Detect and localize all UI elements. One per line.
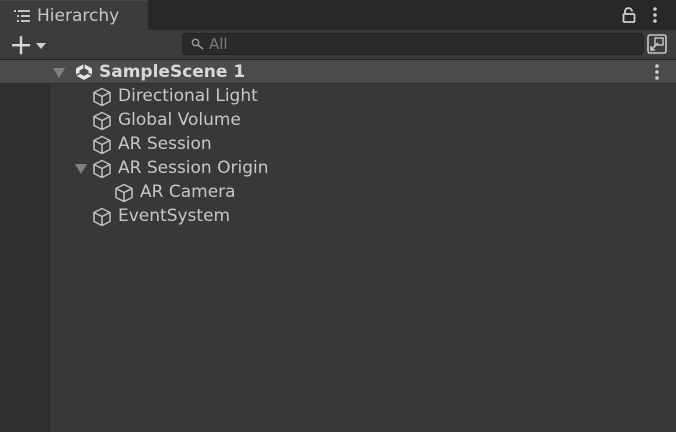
item-label: Directional Light (118, 86, 258, 106)
gameobject-cube-icon (93, 87, 111, 107)
tab-bar: Hierarchy (0, 0, 676, 30)
hierarchy-item-ar-session-origin[interactable]: AR Session Origin (92, 156, 676, 180)
plus-dropdown-icon[interactable] (6, 33, 52, 57)
hierarchy-toolbar (0, 30, 676, 60)
search-icon (191, 38, 204, 50)
item-label: AR Session (118, 134, 212, 154)
hierarchy-item-ar-camera[interactable]: AR Camera (114, 180, 676, 204)
expand-arrow-icon[interactable] (75, 164, 87, 174)
hierarchy-item-ar-session[interactable]: AR Session (92, 132, 676, 156)
gameobject-cube-icon (115, 183, 133, 203)
hierarchy-item-global-volume[interactable]: Global Volume (92, 108, 676, 132)
gameobject-cube-icon (93, 135, 111, 155)
search-input[interactable] (209, 34, 629, 54)
scene-visibility-icon[interactable] (646, 33, 668, 55)
gameobject-cube-icon (93, 207, 111, 227)
hierarchy-tree: SampleScene 1 Directional Light Global V… (0, 60, 676, 432)
kebab-menu-icon[interactable] (648, 6, 662, 24)
hierarchy-item-eventsystem[interactable]: EventSystem (92, 204, 676, 228)
lock-icon[interactable] (620, 6, 638, 24)
gameobject-cube-icon (93, 111, 111, 131)
scene-row[interactable]: SampleScene 1 (0, 60, 676, 84)
hierarchy-window: Hierarchy All SampleScene 1 Directional … (0, 0, 676, 432)
item-label: AR Session Origin (118, 158, 269, 178)
search-field[interactable] (182, 33, 644, 55)
tab-hierarchy[interactable]: Hierarchy (0, 0, 148, 30)
tab-title: Hierarchy (37, 6, 120, 26)
scene-label: SampleScene 1 (99, 62, 246, 82)
unity-scene-icon (75, 64, 93, 80)
tree-gutter (0, 60, 50, 432)
scene-menu-icon[interactable] (650, 63, 664, 81)
gameobject-cube-icon (93, 159, 111, 179)
item-label: AR Camera (140, 182, 236, 202)
hierarchy-item-directional-light[interactable]: Directional Light (92, 84, 676, 108)
item-label: EventSystem (118, 206, 231, 226)
expand-arrow-icon[interactable] (53, 68, 65, 78)
hierarchy-list-icon (14, 10, 30, 22)
item-label: Global Volume (118, 110, 241, 130)
